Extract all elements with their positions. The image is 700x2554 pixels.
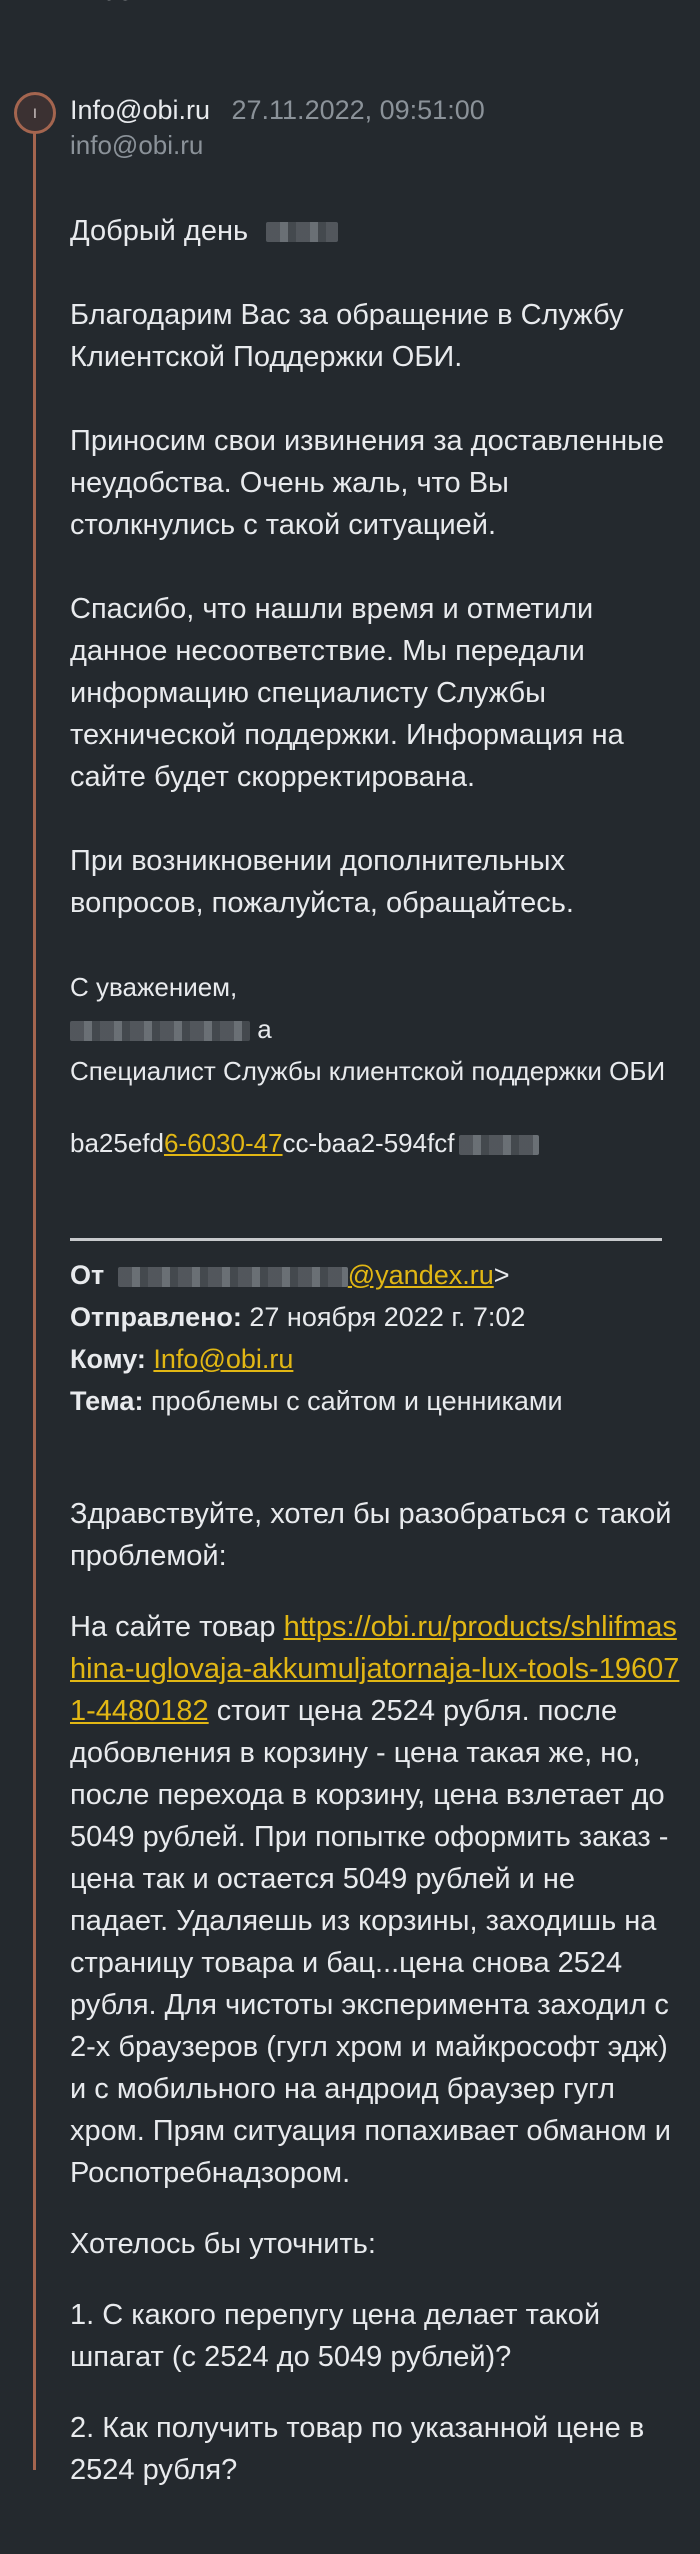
quoted-body: Здравствуйте, хотел бы разобраться с так… [70,1464,680,2520]
quoted-main-body: стоит цена 2524 рубля. после добовления … [70,1695,671,2189]
quote-divider [70,1238,662,1241]
quoted-sent-line: Отправлено: 27 ноября 2022 г. 7:02 [70,1296,680,1338]
quoted-to-line: Кому: Info@obi.ru [70,1338,680,1380]
quoted-question-2: 2. Как получить товар по указанной цене … [70,2412,645,2486]
redacted-name [266,222,339,243]
message-body: Добрый день Благодарим Вас за обращение … [70,210,680,1164]
paragraph-apology: Приносим свои извинения за доставленные … [70,425,665,541]
message-timestamp: 27.11.2022, 09:51:00 [231,95,485,125]
redacted-from-address [117,1266,348,1287]
redacted-ticket-tail [458,1135,539,1156]
quoted-sent-value: 27 ноября 2022 г. 7:02 [241,1302,526,1332]
previous-message-fragment: …бей... [70,0,175,8]
quoted-product-prefix: На сайте товар [70,1611,284,1643]
quoted-subject-label: Тема: [70,1386,144,1416]
quoted-header: От @yandex.ru> Отправлено: 27 ноября 202… [70,1254,680,1422]
quoted-main-text: На сайте товар https://obi.ru/products/s… [70,1606,680,2194]
quoted-subject-value: проблемы с сайтом и ценниками [143,1386,563,1416]
paragraph-forwarded: Спасибо, что нашли время и отметили данн… [70,593,624,793]
ticket-suffix: cc-baa2-594fcf [282,1128,455,1158]
thread-line [33,120,36,2470]
sender-email[interactable]: info@obi.ru [70,128,485,162]
quoted-subject-line: Тема: проблемы с сайтом и ценниками [70,1380,680,1422]
quoted-question-intro: Хотелось бы уточнить: [70,2228,376,2260]
ticket-prefix: ba25efd [70,1128,164,1158]
greeting-line: Добрый день [70,210,680,252]
paragraph-thanks: Благодарим Вас за обращение в Службу Кли… [70,299,624,373]
quoted-to-email[interactable]: Info@obi.ru [153,1344,293,1374]
quoted-from-end: > [493,1260,510,1290]
redacted-signature-name [70,1021,250,1042]
avatar-letter: I [33,105,37,121]
quoted-from-label: От [70,1260,105,1290]
message-header: Info@obi.ru 27.11.2022, 09:51:00 info@ob… [70,92,485,162]
quoted-from-line: От @yandex.ru> [70,1254,680,1296]
sender-name[interactable]: Info@obi.ru [70,95,210,125]
ticket-id-line: ba25efd6-6030-47cc-baa2-594fcf [70,1122,680,1164]
quoted-question-1: 1. С какого перепугу цена делает такой ш… [70,2299,601,2373]
sender-avatar[interactable]: I [14,92,56,134]
quoted-to-label: Кому: [70,1344,146,1374]
signature-role: Специалист Службы клиентской поддержки О… [70,1056,666,1086]
signature-name-line: а [70,1008,680,1050]
paragraph-contact: При возникновении дополнительных вопросо… [70,845,574,919]
signature-name-suffix: а [257,1014,272,1044]
ticket-link[interactable]: 6-6030-47 [164,1128,283,1158]
quoted-from-email[interactable]: @yandex.ru [348,1260,494,1290]
greeting-text: Добрый день [70,215,249,247]
quoted-intro: Здравствуйте, хотел бы разобраться с так… [70,1498,672,1572]
signature-regards: С уважением, [70,972,238,1002]
quoted-sent-label: Отправлено: [70,1302,242,1332]
